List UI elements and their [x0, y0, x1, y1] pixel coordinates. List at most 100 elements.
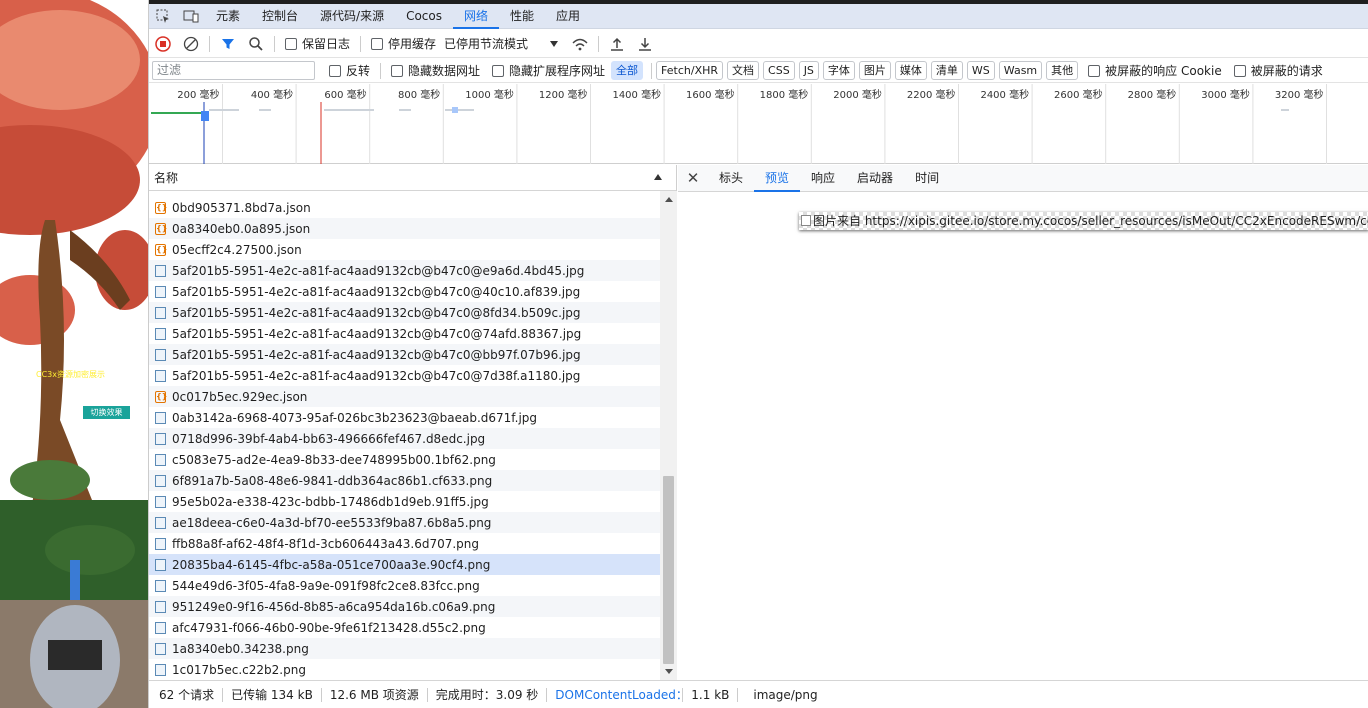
tab-sources[interactable]: 源代码/来源	[309, 4, 395, 29]
chip-fetch-xhr[interactable]: Fetch/XHR	[656, 61, 724, 80]
checkbox-box[interactable]	[1088, 64, 1101, 77]
checkbox-box[interactable]	[391, 64, 404, 77]
request-row[interactable]: 0718d996-39bf-4ab4-bb63-496666fef467.d8e…	[149, 428, 660, 449]
tab-network[interactable]: 网络	[453, 4, 500, 29]
tab-headers[interactable]: 标头	[708, 165, 754, 192]
request-row[interactable]: 5af201b5-5951-4e2c-a81f-ac4aad9132cb@b47…	[149, 323, 660, 344]
disable-cache-label: 停用缓存	[388, 37, 437, 51]
scroll-up-icon[interactable]	[665, 197, 673, 202]
tab-timing[interactable]: 时间	[904, 165, 950, 192]
request-row[interactable]: 1a8340eb0.34238.png	[149, 638, 660, 659]
overview-timeline[interactable]: 200 毫秒 400 毫秒 600 毫秒 800 毫秒 1000 毫秒 1200 毫秒 14…	[149, 84, 1368, 164]
checkbox-box[interactable]	[371, 37, 384, 50]
checkbox-box[interactable]	[285, 37, 297, 50]
tab-preview[interactable]: 预览	[754, 165, 801, 192]
game-switch-button[interactable]: 切换效果	[83, 406, 130, 419]
status-resources: 12.6 MB 项资源	[322, 687, 428, 702]
tab-console[interactable]: 控制台	[251, 4, 309, 29]
tab-initiator[interactable]: 启动器	[846, 165, 904, 192]
image-file-icon	[155, 516, 166, 529]
chip-ws[interactable]: WS	[966, 61, 995, 80]
tab-cocos[interactable]: Cocos	[395, 4, 453, 29]
checkbox-box[interactable]	[1233, 64, 1246, 77]
request-row[interactable]: 5af201b5-5951-4e2c-a81f-ac4aad9132cb@b47…	[149, 281, 660, 302]
request-row[interactable]: 20835ba4-6145-4fbc-a58a-051ce700aa3e.90c…	[149, 554, 660, 575]
request-row[interactable]: 5af201b5-5951-4e2c-a81f-ac4aad9132cb@b47…	[149, 344, 660, 365]
request-row[interactable]: 5af201b5-5951-4e2c-a81f-ac4aad9132cb@b47…	[149, 365, 660, 386]
image-file-icon	[155, 306, 166, 319]
request-row[interactable]: 951249e0-9f16-456d-8b85-a6ca954da16b.c06…	[149, 596, 660, 617]
import-har-icon[interactable]	[603, 31, 631, 57]
filter-input[interactable]: 过滤	[152, 61, 315, 80]
checkbox-box[interactable]	[492, 64, 505, 77]
tab-response[interactable]: 响应	[800, 165, 846, 192]
request-row[interactable]: 0ab3142a-6968-4073-95af-026bc3b23623@bae…	[149, 407, 660, 428]
clear-icon[interactable]	[177, 31, 205, 57]
network-conditions-icon[interactable]	[566, 31, 594, 57]
chip-doc[interactable]: 文档	[727, 61, 760, 80]
request-name: 0a8340eb0.0a895.json	[172, 221, 311, 236]
request-row[interactable]: 544e49d6-3f05-4fa8-9a9e-091f98fc2ce8.83f…	[149, 575, 660, 596]
request-row[interactable]: ffb88a8f-af62-48f4-8f1d-3cb606443a43.6d7…	[149, 533, 660, 554]
request-row[interactable]: 5af201b5-5951-4e2c-a81f-ac4aad9132cb@b47…	[149, 302, 660, 323]
toolbar-divider	[274, 35, 275, 52]
close-icon[interactable]: ✕	[678, 169, 708, 187]
overview-tick-label: 2400 毫秒	[980, 88, 1029, 101]
chip-img[interactable]: 图片	[858, 61, 891, 80]
blocked-requests-checkbox[interactable]: 被屏蔽的请求	[1233, 62, 1323, 79]
scroll-down-icon[interactable]	[665, 669, 673, 674]
blocked-cookies-checkbox[interactable]: 被屏蔽的响应 Cookie	[1088, 62, 1222, 79]
status-requests: 62 个请求	[149, 687, 224, 702]
chip-wasm[interactable]: Wasm	[998, 61, 1043, 80]
image-file-icon	[155, 348, 166, 361]
request-list-scrollbar[interactable]	[660, 191, 677, 680]
waterfall-bar	[452, 107, 458, 113]
tab-performance[interactable]: 性能	[499, 4, 545, 29]
search-icon[interactable]	[242, 31, 270, 57]
overview-tick-label: 1600 毫秒	[686, 88, 735, 101]
export-har-icon[interactable]	[631, 31, 659, 57]
chip-media[interactable]: 媒体	[894, 61, 927, 80]
inspect-element-icon[interactable]	[149, 4, 177, 29]
request-row[interactable]: c5083e75-ad2e-4ea9-8b33-dee748995b00.1bf…	[149, 449, 660, 470]
invert-checkbox[interactable]: 反转	[329, 62, 370, 79]
chip-font[interactable]: 字体	[822, 61, 855, 80]
chip-other[interactable]: 其他	[1046, 61, 1079, 80]
device-toolbar-icon[interactable]	[177, 4, 205, 29]
request-row[interactable]: {} 0a8340eb0.0a895.json	[149, 218, 660, 239]
request-name: 5af201b5-5951-4e2c-a81f-ac4aad9132cb@b47…	[172, 326, 582, 341]
disable-cache-checkbox[interactable]: 停用缓存	[371, 35, 436, 52]
chip-all[interactable]: 全部	[611, 61, 644, 80]
request-row[interactable]: {} 05ecff2c4.27500.json	[149, 239, 660, 260]
checkbox-box[interactable]	[329, 64, 341, 77]
image-file-icon	[155, 558, 166, 571]
request-name: afc47931-f066-46b0-90be-9fe61f213428.d55…	[172, 620, 486, 635]
chip-js[interactable]: JS	[798, 61, 819, 80]
name-column-header[interactable]: 名称	[149, 165, 676, 191]
network-overview[interactable]: 200 毫秒 400 毫秒 600 毫秒 800 毫秒 1000 毫秒 1200 毫秒 14…	[149, 84, 1368, 164]
scrollbar-thumb[interactable]	[663, 476, 674, 664]
throttle-select[interactable]: 已停用节流模式	[444, 35, 559, 52]
preserve-log-checkbox[interactable]: 保留日志	[285, 35, 350, 52]
request-row[interactable]: 5af201b5-5951-4e2c-a81f-ac4aad9132cb@b47…	[149, 260, 660, 281]
request-row[interactable]: ae18deea-c6e0-4a3d-bf70-ee5533f9ba87.6b8…	[149, 512, 660, 533]
filter-icon[interactable]	[214, 31, 242, 57]
chip-manifest[interactable]: 清单	[930, 61, 963, 80]
request-row[interactable]: 95e5b02a-e338-423c-bdbb-17486db1d9eb.91f…	[149, 491, 660, 512]
request-row[interactable]: 6f891a7b-5a08-48e6-9841-ddb364ac86b1.cf6…	[149, 470, 660, 491]
hide-extension-urls-checkbox[interactable]: 隐藏扩展程序网址	[492, 62, 605, 79]
chip-css[interactable]: CSS	[763, 61, 795, 80]
game-scene	[0, 0, 148, 708]
request-row[interactable]: {} 0c017b5ec.929ec.json	[149, 386, 660, 407]
tab-application[interactable]: 应用	[545, 4, 591, 29]
hide-data-urls-checkbox[interactable]: 隐藏数据网址	[391, 62, 480, 79]
request-row[interactable]: 1c017b5ec.c22b2.png	[149, 659, 660, 680]
request-row[interactable]: {} 0bd905371.8bd7a.json	[149, 197, 660, 218]
request-row[interactable]: afc47931-f066-46b0-90be-9fe61f213428.d55…	[149, 617, 660, 638]
request-name: 1a8340eb0.34238.png	[172, 641, 309, 656]
tab-elements[interactable]: 元素	[205, 4, 251, 29]
game-canvas[interactable]: CC3x资源加密展示 切换效果	[0, 0, 148, 708]
image-file-icon	[155, 537, 166, 550]
record-stop-icon[interactable]	[149, 31, 177, 57]
image-file-icon	[155, 642, 166, 655]
